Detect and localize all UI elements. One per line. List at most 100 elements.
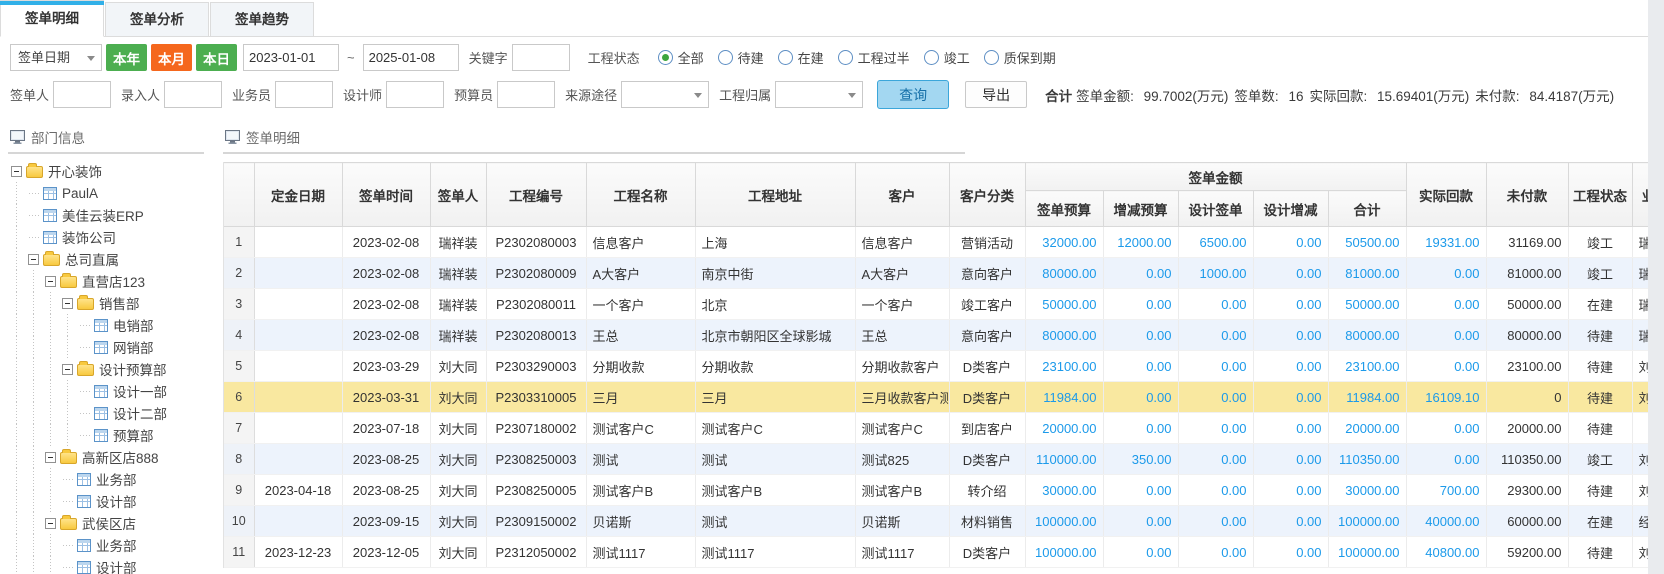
tree-node[interactable]: 业务部 — [10, 534, 213, 556]
column-header-实际回款[interactable]: 实际回款 — [1406, 163, 1486, 227]
column-header-业务员[interactable]: 业务员 — [1632, 163, 1648, 227]
tree-node[interactable]: 设计一部 — [10, 380, 213, 402]
table-row[interactable]: 52023-03-29刘大同P2303290003分期收款分期收款分期收款客户D… — [224, 351, 1648, 382]
person-field-input-设计师[interactable] — [386, 81, 444, 108]
table-cell: 刘大同 — [430, 475, 486, 506]
table-cell: 50000.00 — [1328, 289, 1406, 320]
quick-date-buttons: 本年本月本日 — [102, 44, 237, 71]
table-row[interactable]: 62023-03-31刘大同P2303310005三月三月三月收款客户测D类客户… — [224, 382, 1648, 413]
column-header-未付款[interactable]: 未付款 — [1486, 163, 1568, 227]
table-cell: 意向客户 — [949, 258, 1025, 289]
column-header-客户分类[interactable]: 客户分类 — [949, 163, 1025, 227]
tree-node[interactable]: 武侯区店 — [10, 512, 213, 534]
column-header-增减预算[interactable]: 增减预算 — [1103, 191, 1178, 227]
table-cell: 刘大同 — [1632, 382, 1648, 413]
table-cell: 意向客户 — [949, 320, 1025, 351]
tab-3[interactable]: 签单趋势 — [210, 2, 314, 36]
tree-node[interactable]: 设计预算部 — [10, 358, 213, 380]
status-radio-质保到期[interactable]: 质保到期 — [984, 48, 1056, 67]
column-header-工程名称[interactable]: 工程名称 — [586, 163, 695, 227]
tree-node[interactable]: 设计部 — [10, 556, 213, 574]
person-field-input-预算员[interactable] — [497, 81, 555, 108]
tree-collapse-icon[interactable] — [45, 518, 56, 529]
tree-node[interactable]: 设计二部 — [10, 402, 213, 424]
table-row[interactable]: 12023-02-08瑞祥装P2302080003信息客户上海信息客户营销活动3… — [224, 227, 1648, 258]
keyword-input[interactable] — [512, 44, 570, 71]
tree-node[interactable]: 美佳云装ERP — [10, 204, 213, 226]
table-row[interactable]: 102023-09-15刘大同P2309150002贝诺斯测试贝诺斯材料销售10… — [224, 506, 1648, 537]
status-radio-待建[interactable]: 待建 — [718, 48, 764, 67]
date-field-select[interactable]: 签单日期 — [10, 44, 102, 71]
table-cell: 32000.00 — [1025, 227, 1103, 258]
tab-1[interactable]: 签单明细 — [0, 0, 104, 37]
column-header-设计签单[interactable]: 设计签单 — [1178, 191, 1253, 227]
column-header-定金日期[interactable]: 定金日期 — [254, 163, 342, 227]
status-radio-竣工[interactable]: 竣工 — [924, 48, 970, 67]
source-select[interactable] — [621, 81, 709, 108]
tree-node[interactable]: 电销部 — [10, 314, 213, 336]
column-header-工程编号[interactable]: 工程编号 — [486, 163, 586, 227]
status-radio-label: 竣工 — [944, 48, 970, 67]
tree-node[interactable]: 开心装饰 — [10, 160, 213, 182]
export-button[interactable]: 导出 — [965, 81, 1027, 108]
table-row[interactable]: 92023-04-182023-08-25刘大同P2308250005测试客户B… — [224, 475, 1648, 506]
column-group-header-签单金额[interactable]: 签单金额 — [1025, 163, 1406, 191]
date-from-input[interactable] — [243, 44, 339, 71]
date-to-input[interactable] — [363, 44, 459, 71]
tab-2[interactable]: 签单分析 — [105, 2, 209, 36]
column-header-签单人[interactable]: 签单人 — [430, 163, 486, 227]
status-radio-label: 质保到期 — [1004, 48, 1056, 67]
table-row[interactable]: 42023-02-08瑞祥装P2302080013王总北京市朝阳区全球影城王总意… — [224, 320, 1648, 351]
tree-collapse-icon[interactable] — [45, 276, 56, 287]
person-field-input-业务员[interactable] — [275, 81, 333, 108]
quick-button-本月[interactable]: 本月 — [151, 44, 192, 71]
table-cell: 待建 — [1568, 537, 1632, 568]
table-row[interactable]: 82023-08-25刘大同P2308250003测试测试测试825D类客户11… — [224, 444, 1648, 475]
table-cell: 瑞祥装 — [1632, 258, 1648, 289]
person-field-input-签单人[interactable] — [53, 81, 111, 108]
department-icon — [94, 341, 108, 354]
tree-connector — [27, 182, 43, 204]
tree-node[interactable]: 设计部 — [10, 490, 213, 512]
tree-collapse-icon[interactable] — [62, 364, 73, 375]
tree-node[interactable]: 预算部 — [10, 424, 213, 446]
chevron-down-icon — [87, 56, 95, 61]
table-cell: P2302080009 — [486, 258, 586, 289]
person-field-input-录入人[interactable] — [164, 81, 222, 108]
tree-collapse-icon[interactable] — [11, 166, 22, 177]
status-radio-全部[interactable]: 全部 — [658, 48, 704, 67]
column-header-rownum[interactable] — [224, 163, 254, 227]
table-row[interactable]: 32023-02-08瑞祥装P2302080011一个客户北京一个客户竣工客户5… — [224, 289, 1648, 320]
tree-collapse-icon[interactable] — [28, 254, 39, 265]
tree-node[interactable]: 直营店123 — [10, 270, 213, 292]
column-header-签单时间[interactable]: 签单时间 — [342, 163, 430, 227]
totals-summary: 合计签单金额: 99.7002(万元)签单数: 16实际回款: 15.69401… — [1045, 85, 1620, 105]
tree-node[interactable]: 总司直属 — [10, 248, 213, 270]
quick-button-本年[interactable]: 本年 — [106, 44, 147, 71]
status-radio-在建[interactable]: 在建 — [778, 48, 824, 67]
table-row[interactable]: 72023-07-18刘大同P2307180002测试客户C测试客户C测试客户C… — [224, 413, 1648, 444]
row-number-cell: 9 — [224, 475, 254, 506]
owner-select[interactable] — [775, 81, 863, 108]
tree-node[interactable]: 网销部 — [10, 336, 213, 358]
status-radio-工程过半[interactable]: 工程过半 — [838, 48, 910, 67]
column-header-设计增减[interactable]: 设计增减 — [1253, 191, 1328, 227]
table-row[interactable]: 22023-02-08瑞祥装P2302080009A大客户南京中街A大客户意向客… — [224, 258, 1648, 289]
table-cell: 2023-02-08 — [342, 320, 430, 351]
column-header-客户[interactable]: 客户 — [855, 163, 949, 227]
tree-collapse-icon[interactable] — [45, 452, 56, 463]
tree-node[interactable]: 装饰公司 — [10, 226, 213, 248]
tree-indent-guide — [27, 490, 44, 512]
tree-node[interactable]: 销售部 — [10, 292, 213, 314]
column-header-工程状态[interactable]: 工程状态 — [1568, 163, 1632, 227]
tree-collapse-icon[interactable] — [62, 298, 73, 309]
column-header-合计[interactable]: 合计 — [1328, 191, 1406, 227]
query-button[interactable]: 查询 — [877, 80, 949, 109]
column-header-签单预算[interactable]: 签单预算 — [1025, 191, 1103, 227]
table-row[interactable]: 112023-12-232023-12-05刘大同P2312050002测试11… — [224, 537, 1648, 568]
quick-button-本日[interactable]: 本日 — [196, 44, 237, 71]
tree-node[interactable]: 业务部 — [10, 468, 213, 490]
tree-node[interactable]: PaulA — [10, 182, 213, 204]
column-header-工程地址[interactable]: 工程地址 — [695, 163, 855, 227]
tree-node[interactable]: 高新区店888 — [10, 446, 213, 468]
